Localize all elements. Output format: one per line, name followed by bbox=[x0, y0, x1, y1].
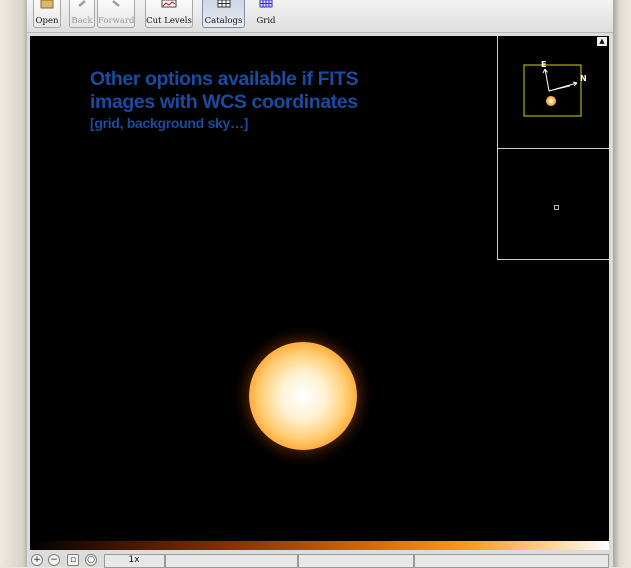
compass-north-label: N bbox=[580, 74, 587, 83]
collapse-panel-button[interactable]: ▲ bbox=[597, 37, 607, 46]
back-arrow-icon bbox=[77, 0, 87, 9]
annotation-line-1: Other options available if FITS bbox=[90, 68, 359, 90]
zoom-fit-icon[interactable]: ▫ bbox=[67, 554, 79, 566]
star-image bbox=[249, 342, 357, 450]
fits-viewer-window: Open Back Forward Cut Levels Catalogs Gr… bbox=[27, 0, 613, 568]
toolbar: Open Back Forward Cut Levels Catalogs Gr… bbox=[27, 0, 613, 33]
zoom-level-text: 1x bbox=[128, 555, 140, 565]
folder-icon bbox=[40, 0, 54, 9]
status-bar: + − ▫ ○ 1x bbox=[27, 551, 613, 568]
table-icon bbox=[217, 0, 231, 9]
pan-window[interactable]: E N bbox=[497, 36, 609, 149]
grid-button[interactable]: Grid bbox=[251, 0, 281, 28]
status-field-1 bbox=[165, 554, 298, 568]
forward-label: Forward bbox=[98, 16, 135, 26]
zoom-out-icon[interactable]: − bbox=[48, 554, 60, 566]
forward-button[interactable]: Forward bbox=[97, 0, 135, 28]
compass-east-label: E bbox=[541, 60, 546, 69]
histogram-icon bbox=[161, 0, 177, 9]
zoom-level-field: 1x bbox=[104, 554, 165, 568]
back-button[interactable]: Back bbox=[69, 0, 95, 28]
cut-levels-label: Cut Levels bbox=[146, 16, 192, 26]
magnifier-window bbox=[497, 149, 609, 260]
magnifier-cursor bbox=[554, 205, 559, 210]
grid-label: Grid bbox=[256, 16, 276, 26]
annotation-line-2: images with WCS coordinates bbox=[90, 91, 358, 113]
annotation-text: Other options available if FITS images w… bbox=[90, 68, 359, 132]
back-label: Back bbox=[71, 16, 93, 26]
cut-levels-button[interactable]: Cut Levels bbox=[145, 0, 193, 28]
right-margin bbox=[613, 0, 631, 567]
catalogs-label: Catalogs bbox=[204, 16, 243, 26]
colorbar[interactable] bbox=[30, 541, 609, 550]
grid-icon bbox=[259, 0, 273, 12]
zoom-in-icon[interactable]: + bbox=[31, 554, 43, 566]
open-label: Open bbox=[35, 16, 59, 26]
left-margin bbox=[0, 0, 27, 567]
annotation-line-3: [grid, background sky…] bbox=[90, 115, 249, 131]
status-field-3 bbox=[414, 554, 609, 568]
catalogs-button[interactable]: Catalogs bbox=[202, 0, 245, 28]
forward-arrow-icon bbox=[111, 0, 121, 9]
zoom-magnifier-icon[interactable]: ○ bbox=[85, 554, 97, 566]
open-button[interactable]: Open bbox=[33, 0, 61, 28]
image-display[interactable]: Other options available if FITS images w… bbox=[30, 36, 609, 541]
status-field-2 bbox=[298, 554, 414, 568]
